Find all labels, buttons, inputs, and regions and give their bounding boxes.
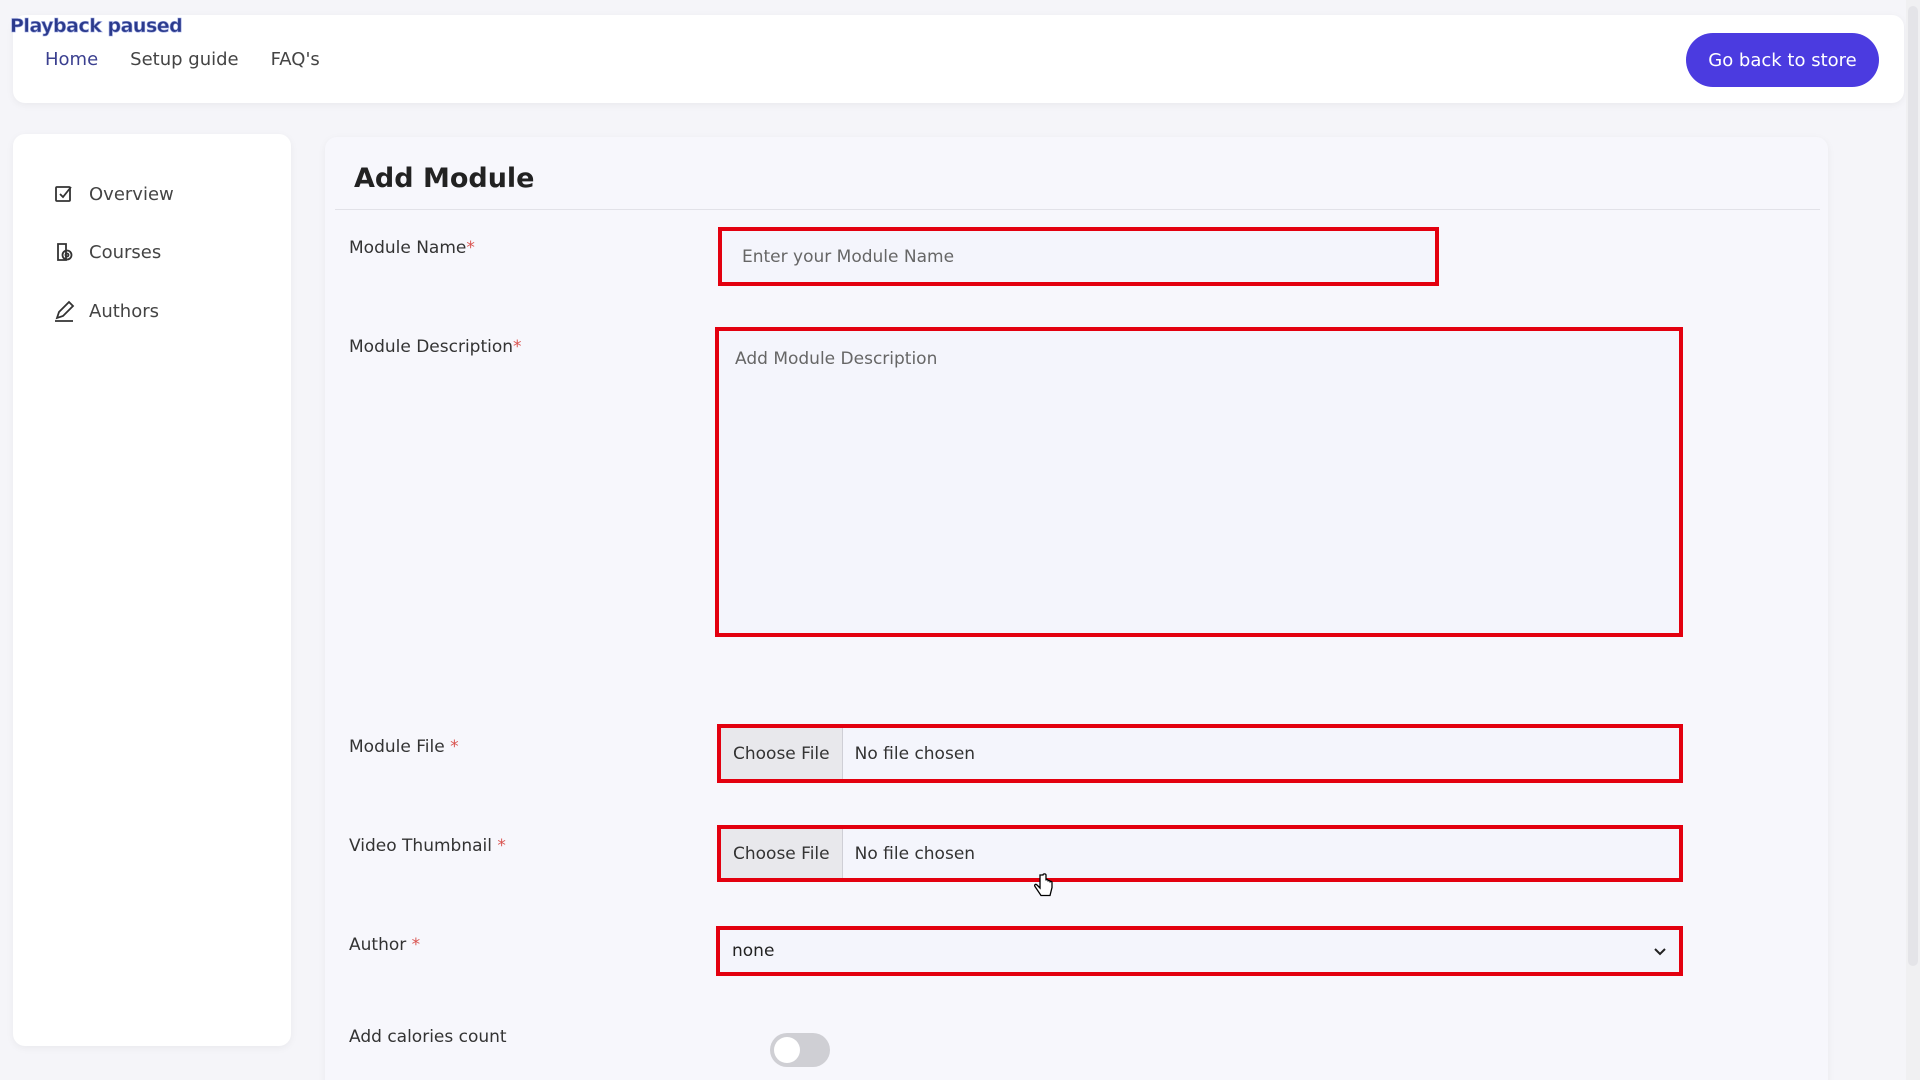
video-thumbnail-status: No file chosen <box>854 843 976 864</box>
sidebar: Overview Courses Authors <box>13 134 291 1046</box>
sidebar-item-label: Courses <box>89 241 162 263</box>
author-select-value: none <box>732 941 775 961</box>
nav-setup-guide[interactable]: Setup guide <box>130 49 238 70</box>
title-divider <box>335 209 1820 210</box>
required-marker: * <box>497 836 506 856</box>
module-description-label-text: Module Description <box>349 337 514 357</box>
sidebar-item-label: Overview <box>89 183 174 205</box>
module-file-choose-button[interactable]: Choose File <box>721 728 843 779</box>
sidebar-item-courses[interactable]: Courses <box>53 241 161 263</box>
add-module-panel: Add Module Module Name* Module Descripti… <box>325 137 1828 1080</box>
module-file-label: Module File * <box>349 737 459 757</box>
chevron-down-icon <box>1654 948 1666 956</box>
sidebar-item-label: Authors <box>89 300 159 322</box>
courses-icon <box>57 243 73 261</box>
module-description-textarea[interactable] <box>719 331 1679 633</box>
scrollbar[interactable] <box>1906 0 1920 1080</box>
author-select[interactable]: none <box>716 926 1683 976</box>
module-name-label: Module Name* <box>349 238 475 258</box>
module-file-status: No file chosen <box>854 743 976 764</box>
author-label-text: Author <box>349 935 412 955</box>
sidebar-item-authors[interactable]: Authors <box>53 300 159 322</box>
go-back-to-store-button[interactable]: Go back to store <box>1686 33 1879 87</box>
hand-cursor-icon <box>1034 873 1053 897</box>
calories-label: Add calories count <box>349 1027 507 1047</box>
module-file-field-frame: Choose File No file chosen <box>717 724 1683 783</box>
video-thumbnail-choose-button[interactable]: Choose File <box>721 829 843 878</box>
module-description-label: Module Description* <box>349 337 522 357</box>
top-nav: Home Setup guide FAQ's <box>45 49 320 70</box>
required-marker: * <box>411 935 421 955</box>
scrollbar-thumb[interactable] <box>1908 6 1918 966</box>
nav-faqs[interactable]: FAQ's <box>271 49 320 70</box>
required-marker: * <box>513 337 522 357</box>
required-marker: * <box>466 238 475 258</box>
video-thumbnail-label-text: Video Thumbnail <box>349 836 498 856</box>
module-description-field-frame <box>715 327 1683 637</box>
module-name-input[interactable] <box>722 231 1435 282</box>
video-thumbnail-label: Video Thumbnail * <box>349 836 506 856</box>
author-label: Author * <box>349 935 420 955</box>
nav-home[interactable]: Home <box>45 49 98 70</box>
sidebar-item-overview[interactable]: Overview <box>53 183 174 205</box>
pen-icon <box>55 300 75 322</box>
video-thumbnail-field-frame: Choose File No file chosen <box>717 825 1683 882</box>
module-name-label-text: Module Name <box>349 238 467 258</box>
overview-icon <box>55 186 72 202</box>
required-marker: * <box>450 737 459 757</box>
module-file-label-text: Module File <box>349 737 451 757</box>
top-navbar: Home Setup guide FAQ's Go back to store <box>13 15 1904 103</box>
toggle-knob <box>774 1037 800 1063</box>
module-name-field-frame <box>718 227 1439 286</box>
playback-status: Playback paused <box>10 15 183 38</box>
page-title: Add Module <box>354 163 535 194</box>
calories-toggle[interactable] <box>770 1033 830 1067</box>
